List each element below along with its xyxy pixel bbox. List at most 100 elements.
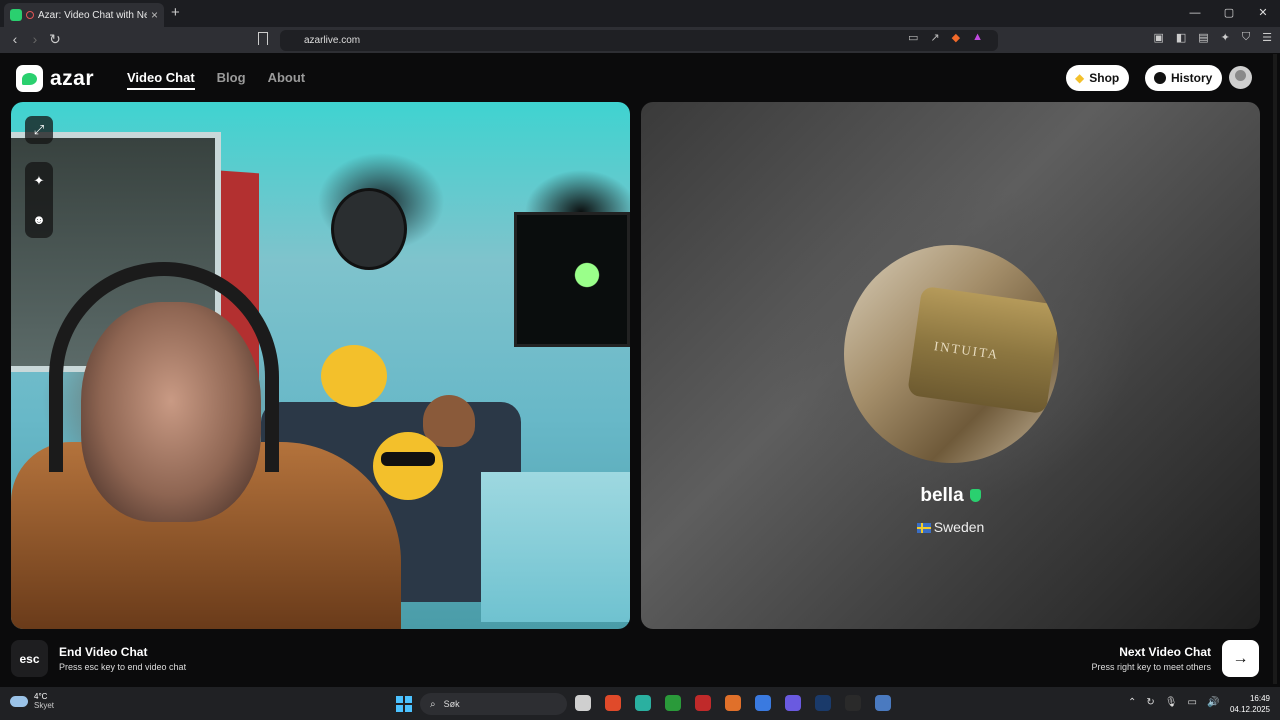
- shop-label: Shop: [1089, 71, 1120, 85]
- taskbar-app-icon[interactable]: [755, 695, 771, 711]
- minimize-button[interactable]: —: [1178, 0, 1212, 27]
- partner-username-text: bella: [920, 485, 964, 506]
- partner-country-text: Sweden: [933, 519, 985, 535]
- arrow-right-icon: →: [1232, 649, 1249, 667]
- clock-time: 16:49: [1249, 694, 1270, 703]
- address-bar-row: ‹ › ↻ azarlive.com: [0, 27, 1280, 53]
- taskbar-app-icon[interactable]: [845, 695, 861, 711]
- video-scene-poop-pillow: [423, 395, 475, 447]
- sync-icon[interactable]: ↻: [1146, 697, 1154, 708]
- nav-blog[interactable]: Blog: [217, 70, 246, 90]
- clock-date: 04.12.2025: [1229, 705, 1270, 714]
- taskbar-app-icon[interactable]: [695, 695, 711, 711]
- partner-video-pane: INTUITA bella Sweden: [641, 102, 1260, 629]
- close-window-button[interactable]: ✕: [1246, 0, 1280, 27]
- reload-icon[interactable]: ↻: [46, 31, 64, 48]
- history-button[interactable]: History: [1145, 65, 1223, 91]
- search-icon: ⌕: [430, 698, 436, 710]
- effects-toolbar: ✦ ☻: [25, 162, 53, 238]
- video-scene-heart-eyes-pillow: [321, 345, 387, 407]
- gem-icon: ◆: [1075, 71, 1085, 85]
- azar-favicon-icon: [10, 9, 22, 21]
- taskbar-app-icon[interactable]: [665, 695, 681, 711]
- taskbar-app-icon[interactable]: [635, 695, 651, 711]
- tab-close-icon[interactable]: ×: [151, 8, 158, 22]
- url-field[interactable]: azarlive.com: [280, 30, 998, 51]
- start-button[interactable]: [396, 696, 412, 712]
- weather-condition: Skyet: [34, 701, 55, 710]
- browser-toolbar-right: ▣ ◧ ▤ ✦ ⛉ ☰: [1153, 31, 1272, 44]
- shop-button[interactable]: ◆ Shop: [1066, 65, 1130, 91]
- system-tray: ⌃ ↻ 🎙 ▭ 🔊: [1128, 697, 1219, 708]
- wallet-icon[interactable]: ▤: [1198, 31, 1208, 44]
- cloud-icon: [10, 695, 28, 707]
- profile-picture-label: INTUITA: [933, 338, 1001, 363]
- bookmark-icon[interactable]: [258, 32, 268, 45]
- main-nav: Video Chat Blog About: [127, 70, 305, 90]
- nav-about[interactable]: About: [268, 70, 306, 90]
- next-chat-button[interactable]: →: [1222, 640, 1259, 677]
- show-hidden-icons-icon[interactable]: ⌃: [1128, 697, 1136, 708]
- logo-text: azar: [50, 66, 95, 90]
- network-icon[interactable]: ▭: [1187, 697, 1196, 708]
- taskbar-search[interactable]: ⌕ Søk: [420, 693, 567, 715]
- esc-key-label: esc: [19, 651, 40, 666]
- maximize-button[interactable]: ▢: [1212, 0, 1246, 27]
- url-text: azarlive.com: [304, 35, 361, 46]
- expand-icon: ⤢: [33, 122, 45, 137]
- back-icon[interactable]: ‹: [6, 31, 24, 47]
- vpn-icon[interactable]: ⛉: [1242, 31, 1250, 44]
- weather-widget[interactable]: 4°C Skyet: [10, 692, 54, 710]
- history-label: History: [1171, 71, 1213, 85]
- clock-icon: [1154, 72, 1166, 84]
- new-tab-button[interactable]: +: [171, 4, 180, 21]
- taskbar-app-icon[interactable]: [875, 695, 891, 711]
- taskbar-app-icon[interactable]: [785, 695, 801, 711]
- volume-icon[interactable]: 🔊: [1207, 697, 1219, 708]
- media-icon[interactable]: ▣: [1153, 31, 1163, 44]
- share-icon[interactable]: ↗: [930, 31, 939, 44]
- sidebar-icon[interactable]: ◧: [1176, 31, 1186, 44]
- next-chat-title: Next Video Chat: [1119, 645, 1211, 659]
- taskbar-clock[interactable]: 16:49 04.12.2025: [1230, 693, 1270, 715]
- self-video-pane: ⤢ ✦ ☻: [11, 102, 630, 629]
- end-chat-button[interactable]: esc: [11, 640, 48, 677]
- cast-icon[interactable]: ▭: [908, 31, 918, 44]
- nav-video-chat[interactable]: Video Chat: [127, 70, 195, 90]
- taskbar-app-icon[interactable]: [605, 695, 621, 711]
- weather-temperature: 4°C: [34, 692, 48, 701]
- window-controls: — ▢ ✕: [1178, 0, 1280, 27]
- url-bar-actions: ▭ ↗ ◆ ▲: [908, 31, 983, 44]
- video-scene-cabinet: [481, 472, 630, 622]
- sticker-icon[interactable]: ☻: [32, 212, 46, 227]
- browser-tab[interactable]: Azar: Video Chat with New Pe ×: [4, 3, 164, 27]
- taskbar-app-icon[interactable]: [815, 695, 831, 711]
- forward-icon[interactable]: ›: [26, 31, 44, 47]
- azar-logo[interactable]: azar: [16, 65, 94, 92]
- menu-icon[interactable]: ☰: [1262, 31, 1272, 44]
- windows-taskbar: 4°C Skyet ⌕ Søk ⌃ ↻ 🎙 ▭ 🔊 16:49 04.12.20…: [0, 687, 1280, 720]
- video-scene-sunglasses-pillow: [373, 432, 443, 500]
- partner-username: bella: [641, 485, 1260, 507]
- sweden-flag-icon: [916, 523, 931, 533]
- profile-picture-jar: INTUITA: [907, 285, 1059, 415]
- taskbar-app-icon[interactable]: [725, 695, 741, 711]
- expand-video-button[interactable]: ⤢: [25, 116, 53, 144]
- video-scene-tv: [514, 212, 630, 347]
- brave-rewards-icon[interactable]: ▲: [972, 31, 983, 44]
- leo-ai-icon[interactable]: ✦: [1221, 31, 1230, 44]
- partner-country: Sweden: [641, 519, 1260, 535]
- taskbar-app-icon[interactable]: [575, 695, 591, 711]
- next-chat-hint: Press right key to meet others: [1091, 662, 1211, 672]
- video-scene-wall-art: [331, 188, 407, 270]
- sparkle-effects-icon[interactable]: ✦: [34, 173, 45, 189]
- microphone-icon[interactable]: 🎙: [1165, 697, 1178, 708]
- brave-shields-icon[interactable]: ◆: [952, 31, 960, 44]
- taskbar-apps: [575, 695, 891, 711]
- end-chat-hint: Press esc key to end video chat: [59, 662, 187, 672]
- verified-badge-icon: [969, 489, 981, 503]
- page-scrollbar[interactable]: [1273, 54, 1277, 684]
- user-avatar[interactable]: [1229, 66, 1252, 89]
- end-chat-title: End Video Chat: [59, 645, 148, 659]
- browser-tab-strip: Azar: Video Chat with New Pe × + — ▢ ✕: [0, 0, 1280, 27]
